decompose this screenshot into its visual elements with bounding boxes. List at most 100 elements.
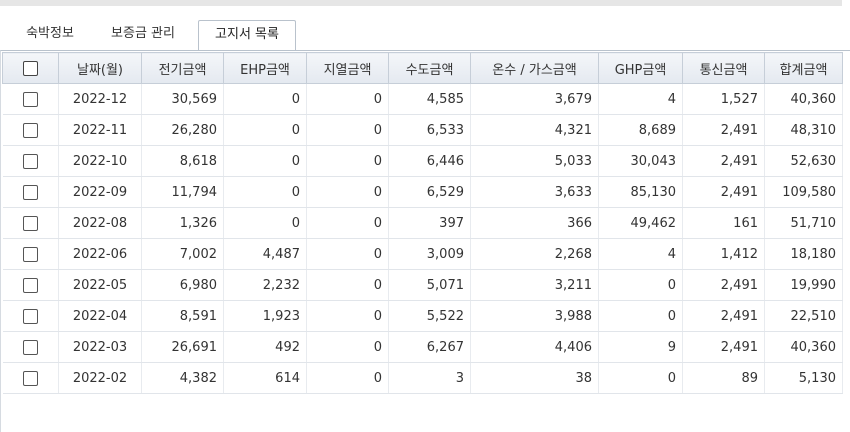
total-cell: 18,180 (764, 238, 843, 270)
telecom-cell: 2,491 (682, 269, 765, 301)
table-row[interactable]: 2022-11 26,280 0 0 6,533 4,321 8,689 2,491 48,31… (2, 114, 843, 146)
checkbox-icon (22, 339, 38, 355)
water-cell: 6,529 (388, 176, 471, 208)
checkbox-icon (22, 184, 38, 200)
col-header-geothermal[interactable]: 지열금액 (306, 52, 389, 84)
water-cell: 6,533 (388, 114, 471, 146)
row-checkbox[interactable] (2, 269, 59, 301)
ghp-cell: 8,689 (598, 114, 683, 146)
col-header-ehp[interactable]: EHP금액 (223, 52, 307, 84)
ehp-cell: 614 (223, 362, 307, 394)
tab-bill-list[interactable]: 고지서 목록 (198, 20, 296, 51)
electricity-cell: 4,382 (141, 362, 224, 394)
ehp-cell: 0 (223, 145, 307, 177)
month-cell: 2022-05 (58, 269, 142, 301)
top-scroll-bar (0, 0, 842, 6)
row-checkbox[interactable] (2, 207, 59, 239)
row-checkbox[interactable] (2, 331, 59, 363)
row-checkbox[interactable] (2, 362, 59, 394)
hotwater-gas-cell: 4,321 (470, 114, 599, 146)
checkbox-icon (22, 215, 38, 231)
electricity-cell: 30,569 (141, 83, 224, 115)
ghp-cell: 0 (598, 269, 683, 301)
month-cell: 2022-10 (58, 145, 142, 177)
row-checkbox[interactable] (2, 300, 59, 332)
table-row[interactable]: 2022-04 8,591 1,923 0 5,522 3,988 0 2,491 22,510 (2, 300, 843, 332)
ghp-cell: 0 (598, 362, 683, 394)
total-cell: 40,360 (764, 83, 843, 115)
col-header-water[interactable]: 수도금액 (388, 52, 471, 84)
geothermal-cell: 0 (306, 83, 389, 115)
tab-bar: 숙박정보 보증금 관리 고지서 목록 (0, 20, 850, 51)
telecom-cell: 1,527 (682, 83, 765, 115)
select-all-checkbox[interactable] (2, 52, 59, 84)
month-cell: 2022-04 (58, 300, 142, 332)
ghp-cell: 30,043 (598, 145, 683, 177)
table-row[interactable]: 2022-10 8,618 0 0 6,446 5,033 30,043 2,491 52,63… (2, 145, 843, 177)
hotwater-gas-cell: 38 (470, 362, 599, 394)
electricity-cell: 8,591 (141, 300, 224, 332)
table-row[interactable]: 2022-12 30,569 0 0 4,585 3,679 4 1,527 40,360 (2, 83, 843, 115)
water-cell: 6,446 (388, 145, 471, 177)
geothermal-cell: 0 (306, 331, 389, 363)
telecom-cell: 89 (682, 362, 765, 394)
telecom-cell: 2,491 (682, 331, 765, 363)
month-cell: 2022-11 (58, 114, 142, 146)
table-row[interactable]: 2022-09 11,794 0 0 6,529 3,633 85,130 2,491 109,… (2, 176, 843, 208)
table-row[interactable]: 2022-02 4,382 614 0 3 38 0 89 5,130 (2, 362, 843, 394)
col-header-telecom[interactable]: 통신금액 (682, 52, 765, 84)
checkbox-icon (22, 153, 38, 169)
tab-lodging-info[interactable]: 숙박정보 (14, 20, 86, 50)
ehp-cell: 0 (223, 114, 307, 146)
row-checkbox[interactable] (2, 238, 59, 270)
bill-grid: 날짜(월) 전기금액 EHP금액 지열금액 수도금액 온수 / 가스금액 GHP… (0, 50, 850, 432)
total-cell: 109,580 (764, 176, 843, 208)
water-cell: 4,585 (388, 83, 471, 115)
water-cell: 6,267 (388, 331, 471, 363)
table-header-row: 날짜(월) 전기금액 EHP금액 지열금액 수도금액 온수 / 가스금액 GHP… (2, 52, 843, 84)
ehp-cell: 492 (223, 331, 307, 363)
col-header-ghp[interactable]: GHP금액 (598, 52, 683, 84)
row-checkbox[interactable] (2, 176, 59, 208)
checkbox-icon (22, 370, 38, 386)
hotwater-gas-cell: 2,268 (470, 238, 599, 270)
col-header-hotwater-gas[interactable]: 온수 / 가스금액 (470, 52, 599, 84)
row-checkbox[interactable] (2, 145, 59, 177)
month-cell: 2022-12 (58, 83, 142, 115)
geothermal-cell: 0 (306, 362, 389, 394)
total-cell: 51,710 (764, 207, 843, 239)
row-checkbox[interactable] (2, 83, 59, 115)
col-header-electricity[interactable]: 전기금액 (141, 52, 224, 84)
electricity-cell: 26,280 (141, 114, 224, 146)
hotwater-gas-cell: 3,679 (470, 83, 599, 115)
total-cell: 5,130 (764, 362, 843, 394)
ehp-cell: 0 (223, 207, 307, 239)
table-row[interactable]: 2022-06 7,002 4,487 0 3,009 2,268 4 1,412 18,180 (2, 238, 843, 270)
month-cell: 2022-08 (58, 207, 142, 239)
ghp-cell: 9 (598, 331, 683, 363)
table-row[interactable]: 2022-05 6,980 2,232 0 5,071 3,211 0 2,491 19,990 (2, 269, 843, 301)
telecom-cell: 1,412 (682, 238, 765, 270)
checkbox-icon (22, 91, 38, 107)
ehp-cell: 0 (223, 83, 307, 115)
total-cell: 19,990 (764, 269, 843, 301)
col-header-total[interactable]: 합계금액 (764, 52, 843, 84)
geothermal-cell: 0 (306, 145, 389, 177)
checkbox-icon (22, 246, 38, 262)
ghp-cell: 0 (598, 300, 683, 332)
hotwater-gas-cell: 3,988 (470, 300, 599, 332)
ghp-cell: 85,130 (598, 176, 683, 208)
row-checkbox[interactable] (2, 114, 59, 146)
electricity-cell: 11,794 (141, 176, 224, 208)
hotwater-gas-cell: 3,633 (470, 176, 599, 208)
table-row[interactable]: 2022-03 26,691 492 0 6,267 4,406 9 2,491 40,360 (2, 331, 843, 363)
telecom-cell: 2,491 (682, 145, 765, 177)
col-header-month[interactable]: 날짜(월) (58, 52, 142, 84)
electricity-cell: 7,002 (141, 238, 224, 270)
hotwater-gas-cell: 366 (470, 207, 599, 239)
table-row[interactable]: 2022-08 1,326 0 0 397 366 49,462 161 51,710 (2, 207, 843, 239)
ehp-cell: 0 (223, 176, 307, 208)
month-cell: 2022-03 (58, 331, 142, 363)
tab-deposit-management[interactable]: 보증금 관리 (100, 20, 186, 50)
geothermal-cell: 0 (306, 300, 389, 332)
